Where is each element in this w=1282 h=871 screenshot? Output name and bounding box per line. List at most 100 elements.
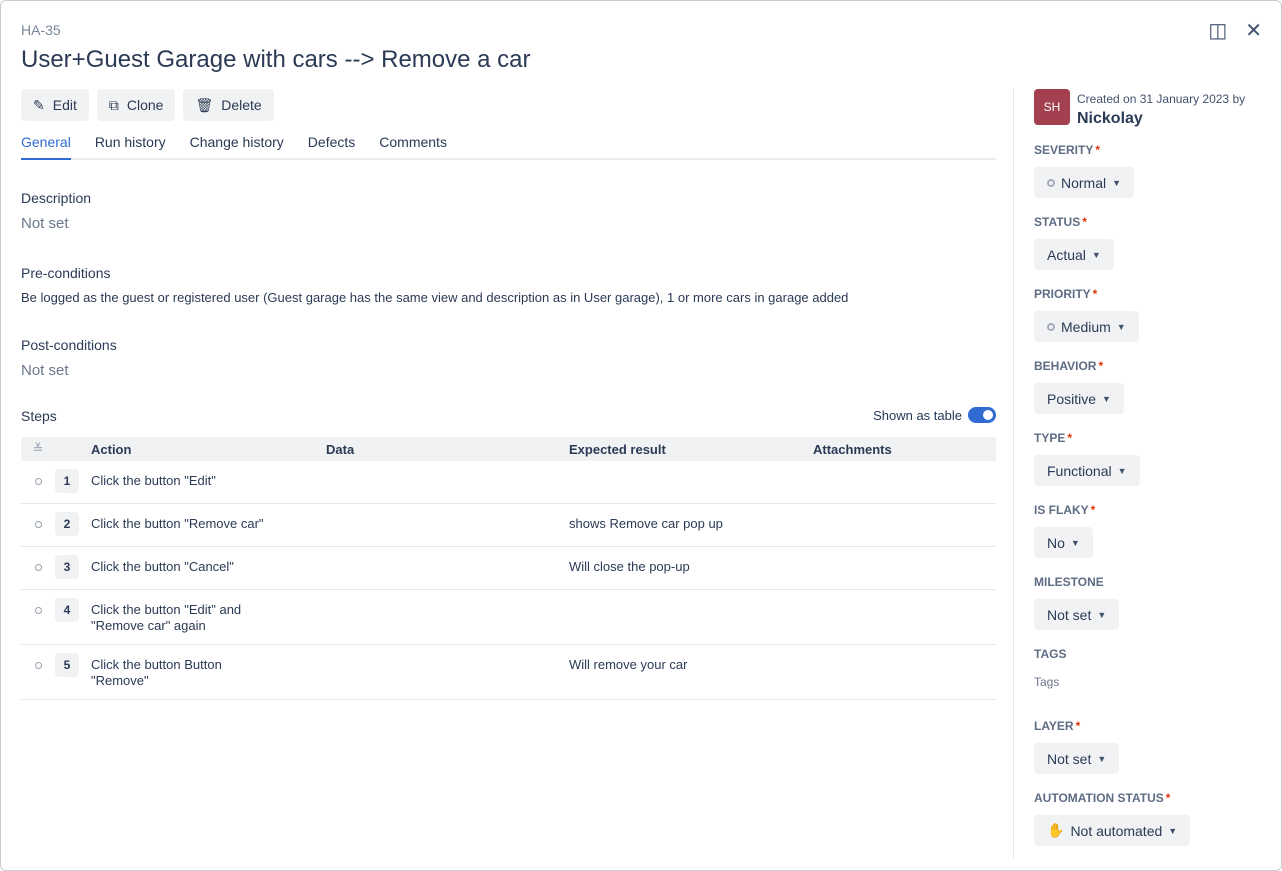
field-layer: LAYER * Not set ▼ bbox=[1034, 719, 1120, 774]
caret-down-icon: ▼ bbox=[1097, 609, 1107, 620]
delete-label: Delete bbox=[221, 97, 262, 113]
edit-label: Edit bbox=[52, 97, 77, 113]
step-data[interactable] bbox=[326, 644, 569, 700]
required-marker: * bbox=[1098, 359, 1104, 373]
required-marker: * bbox=[1095, 143, 1101, 157]
tab-comments[interactable]: Comments bbox=[379, 134, 447, 158]
description-value[interactable]: Not set bbox=[21, 215, 69, 232]
col-attachments: Attachments bbox=[813, 437, 996, 461]
step-attachments[interactable] bbox=[813, 546, 996, 590]
case-key: HA-35 bbox=[21, 22, 61, 38]
tab-general[interactable]: General bbox=[21, 134, 71, 160]
field-value: Normal bbox=[1061, 174, 1107, 191]
field-dropdown[interactable]: Normal ▼ bbox=[1034, 167, 1135, 198]
step-expected[interactable] bbox=[569, 589, 813, 645]
step-status-icon bbox=[21, 503, 55, 547]
field-milestone: MILESTONE Not set ▼ bbox=[1034, 575, 1120, 630]
field-value: Functional bbox=[1047, 462, 1112, 479]
table-row[interactable]: 5 Click the button Button "Remove" Will … bbox=[21, 644, 996, 700]
close-icon[interactable]: ✕ bbox=[1245, 18, 1262, 43]
step-number: 1 bbox=[55, 469, 79, 493]
caret-down-icon: ▼ bbox=[1112, 177, 1122, 188]
step-action[interactable]: Click the button "Remove car" bbox=[91, 503, 326, 547]
caret-down-icon: ▼ bbox=[1097, 753, 1107, 764]
field-label: LAYER bbox=[1034, 719, 1074, 733]
col-data: Data bbox=[326, 437, 569, 461]
tab-change-history[interactable]: Change history bbox=[190, 134, 284, 158]
step-attachments[interactable] bbox=[813, 644, 996, 700]
field-label: IS FLAKY bbox=[1034, 503, 1089, 517]
steps-label: Steps bbox=[21, 408, 57, 424]
step-status-icon bbox=[21, 644, 55, 700]
field-dropdown[interactable]: Not set ▼ bbox=[1034, 599, 1120, 630]
tab-defects[interactable]: Defects bbox=[308, 134, 355, 158]
step-status-icon bbox=[21, 461, 55, 504]
step-expected[interactable]: Will remove your car bbox=[569, 644, 813, 700]
step-attachments[interactable] bbox=[813, 461, 996, 504]
side-panel-icon[interactable]: ◫ bbox=[1208, 18, 1227, 43]
table-row[interactable]: 1 Click the button "Edit" bbox=[21, 461, 996, 504]
field-type: TYPE * Functional ▼ bbox=[1034, 431, 1140, 486]
step-data[interactable] bbox=[326, 546, 569, 590]
step-attachments[interactable] bbox=[813, 503, 996, 547]
step-data[interactable] bbox=[326, 461, 569, 504]
step-expected[interactable]: shows Remove car pop up bbox=[569, 503, 813, 547]
field-label: BEHAVIOR bbox=[1034, 359, 1097, 373]
table-row[interactable]: 4 Click the button "Edit" and "Remove ca… bbox=[21, 589, 996, 645]
step-action[interactable]: Click the button "Edit" and "Remove car"… bbox=[91, 589, 326, 645]
required-marker: * bbox=[1075, 719, 1081, 733]
step-status-icon bbox=[21, 589, 55, 645]
step-data[interactable] bbox=[326, 589, 569, 645]
tags-input[interactable]: Tags bbox=[1034, 675, 1066, 689]
edit-button[interactable]: ✎ Edit bbox=[21, 89, 89, 121]
field-value: Not automated bbox=[1070, 822, 1163, 839]
delete-button[interactable]: 🗑 Delete bbox=[183, 89, 274, 121]
field-value: Actual bbox=[1047, 246, 1086, 263]
required-marker: * bbox=[1165, 791, 1171, 805]
caret-down-icon: ▼ bbox=[1091, 249, 1101, 260]
field-dropdown[interactable]: No ▼ bbox=[1034, 527, 1093, 558]
col-action: Action bbox=[91, 437, 326, 461]
pencil-icon: ✎ bbox=[33, 96, 45, 113]
required-marker: * bbox=[1092, 287, 1098, 301]
table-row[interactable]: 2 Click the button "Remove car" shows Re… bbox=[21, 503, 996, 547]
step-number: 4 bbox=[55, 598, 79, 622]
collapse-all-icon[interactable]: ≚ bbox=[21, 437, 55, 461]
required-marker: * bbox=[1082, 215, 1087, 229]
step-action[interactable]: Click the button "Cancel" bbox=[91, 546, 326, 590]
field-dropdown[interactable]: Functional ▼ bbox=[1034, 455, 1140, 486]
field-dropdown[interactable]: Not set ▼ bbox=[1034, 743, 1120, 774]
copy-icon: ⧉ bbox=[108, 96, 119, 113]
postconditions-value[interactable]: Not set bbox=[21, 362, 69, 379]
step-status-icon bbox=[21, 546, 55, 590]
preconditions-value[interactable]: Be logged as the guest or registered use… bbox=[21, 290, 848, 305]
tab-run-history[interactable]: Run history bbox=[95, 134, 166, 158]
field-dropdown[interactable]: Actual ▼ bbox=[1034, 239, 1114, 270]
field-label: SEVERITY bbox=[1034, 143, 1094, 157]
field-value: Not set bbox=[1047, 750, 1092, 767]
field-label: MILESTONE bbox=[1034, 575, 1104, 589]
step-action[interactable]: Click the button "Edit" bbox=[91, 461, 326, 504]
field-dropdown[interactable]: ✋ Not automated ▼ bbox=[1034, 815, 1191, 846]
table-row[interactable]: 3 Click the button "Cancel" Will close t… bbox=[21, 546, 996, 590]
field-label: STATUS bbox=[1034, 215, 1081, 229]
field-behavior: BEHAVIOR * Positive ▼ bbox=[1034, 359, 1124, 414]
table-toggle[interactable] bbox=[968, 407, 996, 423]
step-attachments[interactable] bbox=[813, 589, 996, 645]
field-dropdown[interactable]: Medium ▼ bbox=[1034, 311, 1139, 342]
step-expected[interactable] bbox=[569, 461, 813, 504]
field-tags: TAGS Tags bbox=[1034, 647, 1066, 689]
step-action[interactable]: Click the button Button "Remove" bbox=[91, 644, 326, 700]
caret-down-icon: ▼ bbox=[1116, 321, 1126, 332]
field-is-flaky: IS FLAKY * No ▼ bbox=[1034, 503, 1095, 558]
field-label: TAGS bbox=[1034, 647, 1067, 661]
field-label: AUTOMATION STATUS bbox=[1034, 791, 1164, 805]
field-value: Medium bbox=[1061, 318, 1111, 335]
step-expected[interactable]: Will close the pop-up bbox=[569, 546, 813, 590]
field-dropdown[interactable]: Positive ▼ bbox=[1034, 383, 1124, 414]
field-label: PRIORITY bbox=[1034, 287, 1091, 301]
step-data[interactable] bbox=[326, 503, 569, 547]
sidebar-divider bbox=[1013, 88, 1014, 858]
clone-button[interactable]: ⧉ Clone bbox=[96, 89, 176, 121]
caret-down-icon: ▼ bbox=[1102, 393, 1111, 404]
